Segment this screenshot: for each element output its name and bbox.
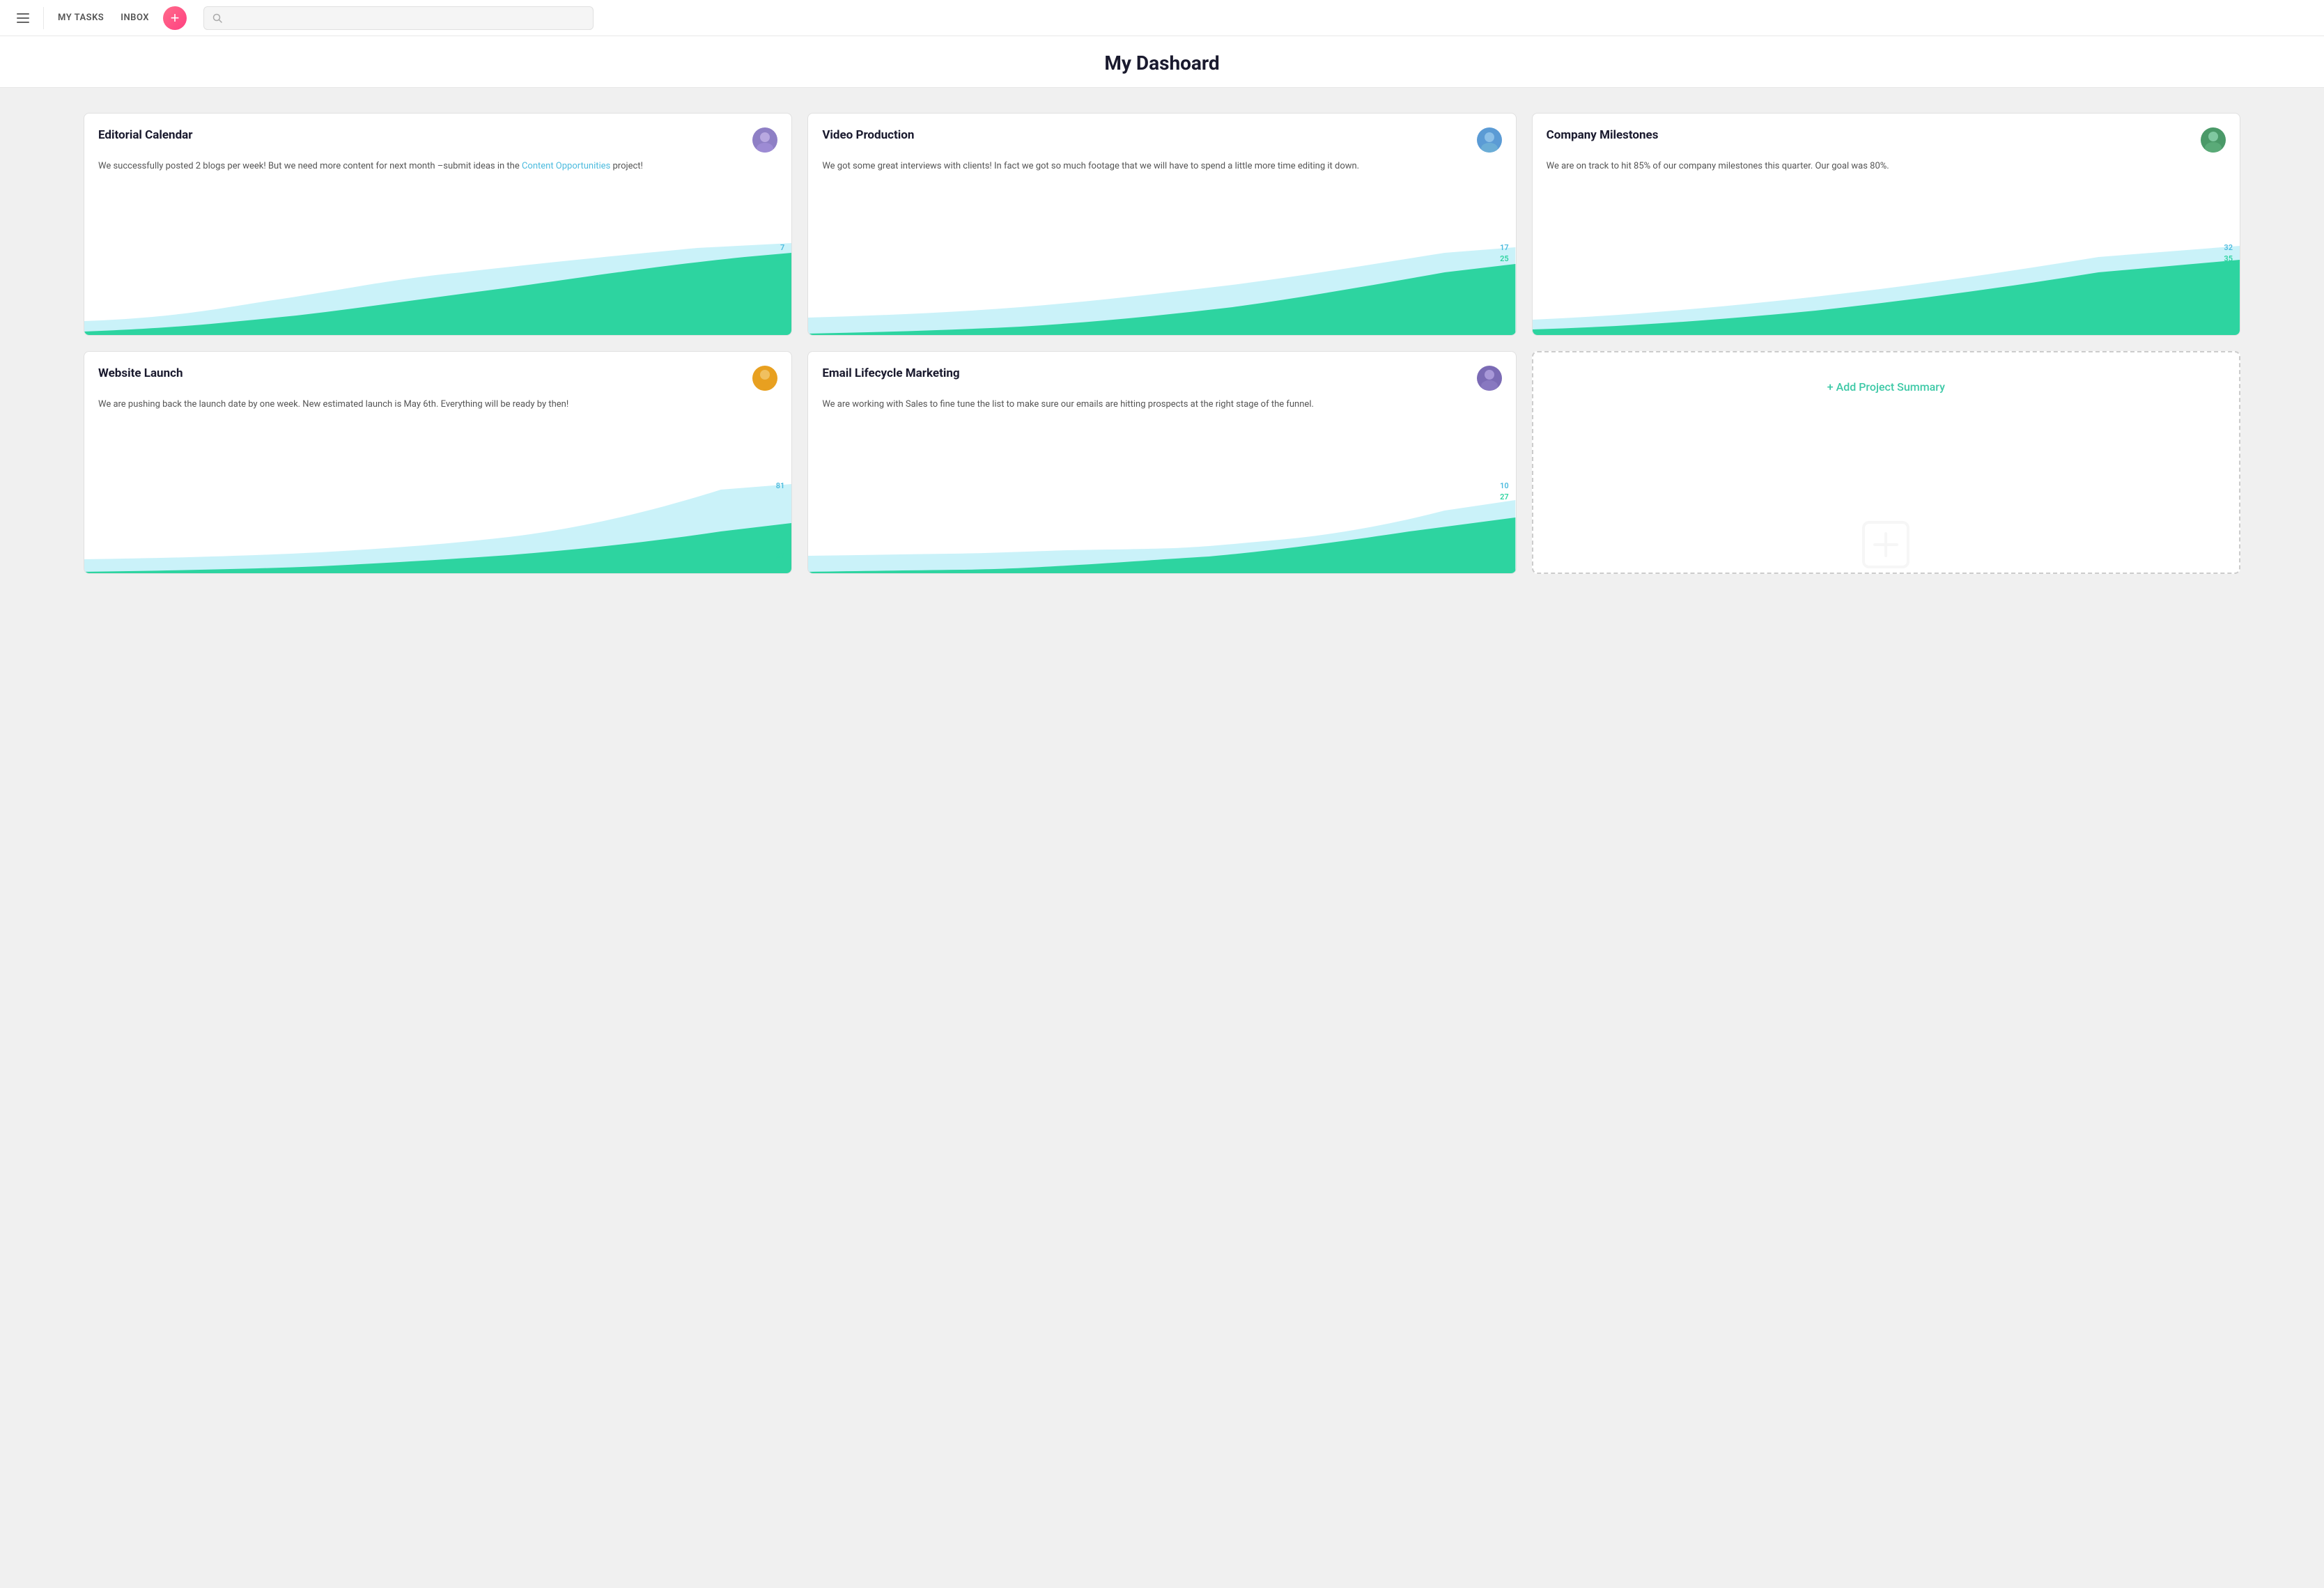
- card-header: Email Lifecycle Marketing: [808, 352, 1515, 396]
- avatar: [1477, 366, 1502, 391]
- card-header: Company Milestones: [1533, 114, 2240, 158]
- search-icon: [212, 13, 222, 23]
- card-header: Editorial Calendar: [84, 114, 791, 158]
- card-header: Video Production: [808, 114, 1515, 158]
- card-title: Company Milestones: [1547, 127, 1659, 143]
- page-title-area: My Dashoard: [0, 36, 2324, 88]
- chart-top-number: 7: [780, 243, 784, 252]
- hamburger-menu[interactable]: [14, 10, 32, 26]
- avatar: [2201, 127, 2226, 153]
- card-title: Editorial Calendar: [98, 127, 192, 143]
- card-chart: 81 22: [84, 476, 791, 573]
- add-project-ghost-icon: [1858, 517, 1914, 573]
- card-body: We are on track to hit 85% of our compan…: [1533, 158, 2240, 238]
- chart-top-number: 17: [1500, 243, 1509, 252]
- card-title: Video Production: [822, 127, 914, 143]
- chart-bottom-number: 37: [776, 254, 785, 263]
- card-website-launch: Website Launch We are pushing back the l…: [84, 351, 792, 574]
- page-title: My Dashoard: [0, 52, 2324, 75]
- search-input[interactable]: [228, 13, 584, 24]
- card-title: Email Lifecycle Marketing: [822, 366, 959, 381]
- card-editorial-calendar: Editorial Calendar We successfully poste…: [84, 113, 792, 336]
- card-header: Website Launch: [84, 352, 791, 396]
- card-company-milestones: Company Milestones We are on track to hi…: [1532, 113, 2240, 336]
- card-body: We successfully posted 2 blogs per week!…: [84, 158, 791, 238]
- my-tasks-link[interactable]: MY TASKS: [55, 10, 107, 26]
- card-chart: 32 35: [1533, 238, 2240, 335]
- avatar: [752, 366, 777, 391]
- chart-top-number: 81: [776, 481, 785, 490]
- add-project-label[interactable]: + Add Project Summary: [1827, 380, 1945, 394]
- top-navigation: MY TASKS INBOX +: [0, 0, 2324, 36]
- nav-divider: [43, 7, 44, 29]
- chart-top-number: 10: [1500, 481, 1509, 490]
- chart-top-number: 32: [2224, 243, 2233, 252]
- card-chart: 10 27: [808, 476, 1515, 573]
- chart-bottom-number: 35: [2224, 254, 2233, 263]
- add-project-card[interactable]: + Add Project Summary: [1532, 351, 2240, 574]
- card-body: We got some great interviews with client…: [808, 158, 1515, 238]
- cards-grid: Editorial Calendar We successfully poste…: [84, 113, 2240, 574]
- chart-bottom-number: 25: [1500, 254, 1509, 263]
- add-button[interactable]: +: [163, 6, 187, 30]
- chart-bottom-number: 22: [776, 552, 785, 561]
- avatar: [752, 127, 777, 153]
- content-opportunities-link[interactable]: Content Opportunities: [522, 161, 610, 171]
- card-title: Website Launch: [98, 366, 183, 381]
- avatar: [1477, 127, 1502, 153]
- card-email-lifecycle: Email Lifecycle Marketing We are working…: [807, 351, 1516, 574]
- search-bar[interactable]: [203, 6, 594, 30]
- card-chart: 17 25: [808, 238, 1515, 335]
- card-chart: 7 37: [84, 238, 791, 335]
- inbox-link[interactable]: INBOX: [118, 10, 152, 26]
- card-video-production: Video Production We got some great inter…: [807, 113, 1516, 336]
- card-body: We are pushing back the launch date by o…: [84, 396, 791, 476]
- card-body: We are working with Sales to fine tune t…: [808, 396, 1515, 476]
- chart-bottom-number: 27: [1500, 492, 1509, 501]
- main-content: Editorial Calendar We successfully poste…: [0, 88, 2324, 599]
